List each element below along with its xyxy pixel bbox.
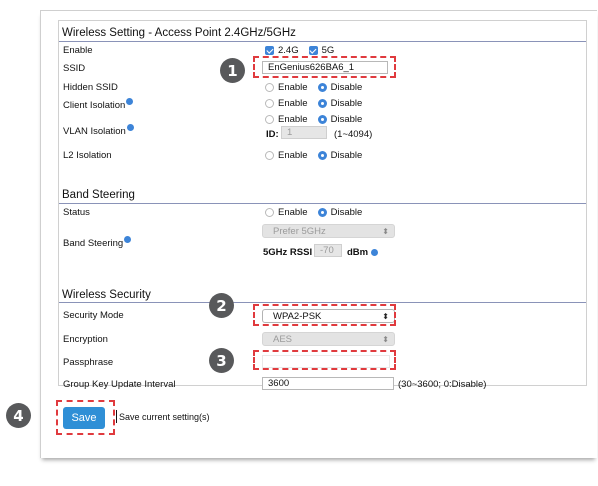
info-icon[interactable] [124,236,132,243]
vlan-isolation-enable-radio[interactable] [265,115,274,124]
radio-label: Enable [278,114,308,125]
wireless-setting-title: Wireless Setting - Access Point 2.4GHz/5… [62,27,296,39]
l2-isolation-radios: Enable Disable [265,150,362,161]
vlan-isolation-label: VLAN Isolation [63,124,134,137]
vlan-isolation-disable-radio[interactable] [317,115,327,124]
group-key-label: Group Key Update Interval [63,379,176,390]
radio-label: Enable [278,150,308,161]
security-mode-label: Security Mode [63,310,124,321]
l2-isolation-enable-radio[interactable] [265,151,274,160]
text-cursor [116,410,117,423]
band-24-label: 2.4G [278,45,299,56]
section-divider [59,302,586,303]
vlan-isolation-text: VLAN Isolation [63,126,126,137]
step-badge-1: 1 [220,58,245,83]
band-steering-status-radios: Enable Disable [265,207,362,218]
encryption-label: Encryption [63,334,108,345]
enable-band-controls: 2.4G 5G [265,45,334,56]
select-value: Prefer 5GHz [273,226,326,237]
hidden-ssid-radios: Enable Disable [265,82,362,93]
rssi-unit: dBm [347,247,369,258]
band-steering-label: Band Steering [63,236,132,249]
client-isolation-enable-radio[interactable] [265,99,274,108]
chevron-updown-icon: ⬍ [382,227,389,236]
radio-label: Disable [330,150,363,161]
client-isolation-radios: Enable Disable [265,98,362,109]
passphrase-callout [253,350,396,370]
radio-label: Disable [330,114,363,125]
vlan-isolation-radios: Enable Disable [265,114,362,125]
client-isolation-disable-radio[interactable] [317,99,327,108]
step-badge-4: 4 [6,403,31,428]
step-badge-2: 2 [209,293,234,318]
rssi-input[interactable]: -70 [314,244,342,257]
client-isolation-label: Client Isolation [63,98,134,111]
band-steering-title: Band Steering [62,189,135,201]
vlan-id-input[interactable]: 1 [281,126,327,139]
radio-label: Enable [278,207,308,218]
radio-label: Disable [330,207,363,218]
group-key-input[interactable]: 3600 [262,377,394,390]
save-note: Save current setting(s) [119,412,210,422]
wireless-security-title: Wireless Security [62,289,151,301]
radio-label: Disable [330,98,363,109]
radio-label: Disable [330,82,363,93]
rssi-unit-group: dBm [347,247,379,258]
rssi-label: 5GHz RSSI [263,247,313,258]
client-isolation-text: Client Isolation [63,100,126,111]
band-5-label: 5G [321,45,335,56]
hidden-ssid-enable-radio[interactable] [265,83,274,92]
l2-isolation-label: L2 Isolation [63,150,112,161]
band-steering-disable-radio[interactable] [317,208,327,217]
hidden-ssid-label: Hidden SSID [63,82,118,93]
chevron-updown-icon: ⬍ [382,335,389,344]
radio-label: Enable [278,82,308,93]
section-divider [59,41,586,42]
radio-label: Enable [278,98,308,109]
step-badge-3: 3 [209,348,234,373]
vlan-id-range: (1~4094) [334,129,373,140]
section-divider [59,203,586,204]
band-steering-text: Band Steering [63,238,124,249]
vlan-id-label: ID: [266,129,279,140]
band-steering-enable-radio[interactable] [265,208,274,217]
l2-isolation-disable-radio[interactable] [317,151,327,160]
group-key-hint: (30~3600; 0:Disable) [398,379,487,390]
status-label: Status [63,207,90,218]
save-callout [56,400,115,435]
band-5-checkbox[interactable] [308,46,318,55]
hidden-ssid-disable-radio[interactable] [317,83,327,92]
band-24-checkbox[interactable] [265,46,274,55]
enable-label: Enable [63,45,93,56]
info-icon[interactable] [371,249,379,256]
encryption-select[interactable]: AES ⬍ [262,332,395,346]
passphrase-label: Passphrase [63,357,114,368]
band-steering-select[interactable]: Prefer 5GHz ⬍ [262,224,395,238]
ssid-label: SSID [63,63,86,74]
info-icon[interactable] [126,124,134,131]
info-icon[interactable] [126,98,134,105]
select-value: AES [273,334,293,345]
security-mode-callout [253,304,396,326]
ssid-callout [253,56,396,78]
